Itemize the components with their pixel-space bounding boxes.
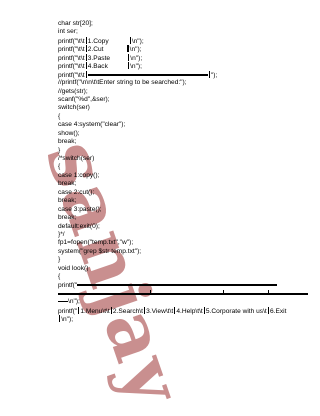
box-border-glyph — [85, 45, 87, 53]
menu-border-rule — [58, 293, 308, 295]
box-border-glyph — [127, 45, 129, 53]
code-line: case 4:system("clear"); — [58, 121, 126, 129]
box-border-glyph — [150, 290, 152, 293]
menu-option-text: 5.Corporate with us\t — [205, 307, 267, 315]
code-text: printf("\t\t — [58, 46, 85, 54]
menu-option-text: 3.View\t\t — [146, 307, 174, 315]
code-line: printf("\t\t 2.Cut \n"); — [58, 45, 313, 53]
box-border-glyph — [127, 62, 130, 70]
code-line: { — [58, 273, 61, 281]
code-line: /*switch(ser) — [58, 155, 95, 162]
menu-option-text: 1.Copy — [87, 37, 109, 45]
code-line: { — [58, 112, 61, 120]
box-border-glyph — [59, 315, 61, 323]
box-border-glyph — [143, 306, 146, 314]
code-text: "); — [210, 71, 218, 79]
code-line: switch(ser) — [58, 104, 90, 112]
code-line: break; — [58, 214, 77, 222]
box-border-glyph — [268, 290, 270, 293]
box-border-glyph — [110, 306, 112, 314]
code-line: printf("\t\t 1.Copy \n"); — [58, 36, 313, 45]
code-line: { — [58, 163, 61, 171]
menu-border-rule — [58, 300, 68, 303]
menu-option-text: 4.Back — [87, 63, 108, 71]
code-text: printf(" — [58, 307, 78, 315]
code-text: printf("\t\t — [58, 71, 85, 79]
code-text: \n"); — [130, 63, 142, 71]
code-line: //gets(str); — [58, 87, 88, 95]
box-border-glyph — [85, 70, 87, 78]
code-text: \n"); — [68, 298, 80, 306]
code-line: fp1=fopen("temp.txt","w"); — [58, 239, 134, 247]
box-border-glyph — [267, 306, 269, 314]
code-line: int ser; — [58, 28, 78, 36]
code-text: \n"); — [129, 46, 142, 54]
code-line: printf(" — [58, 282, 313, 290]
code-line: printf("\t\t 4.Back \n"); — [58, 62, 313, 70]
code-line: \n"); — [58, 298, 313, 306]
code-text: printf("\t\t — [58, 37, 85, 45]
code-line: void look() — [58, 264, 89, 272]
menu-option-text: 1.Menu\t\t — [80, 307, 110, 315]
code-line: case 3:paste(); — [58, 205, 102, 213]
code-text: \n"); — [131, 37, 144, 45]
code-line: break; — [58, 180, 77, 188]
code-line: printf("\t\t "); — [58, 70, 313, 79]
code-line: case 1:copy(); — [58, 171, 100, 179]
code-line: //printf("\n\n\t\tEnter string to be sea… — [58, 79, 187, 87]
code-line: scanf("%d",&ser); — [58, 95, 110, 103]
code-line: case 2:cut(); — [58, 188, 95, 196]
code-line — [58, 290, 313, 298]
code-line: printf(" 1.Menu\t\t 2.Search\t 3.View\t\t 4.… — [58, 306, 313, 315]
code-text: printf(" — [58, 281, 78, 289]
menu-option-text: 6.Exit — [269, 307, 287, 315]
menu-option-text: 2.Cut — [87, 46, 104, 54]
code-line: default:exit(0); — [58, 222, 100, 230]
box-border-glyph — [85, 53, 87, 61]
box-border-glyph — [208, 70, 210, 78]
code-listing: char str[20]; int ser; printf("\t\t 1.Cop… — [58, 20, 313, 324]
code-line: } — [58, 256, 61, 264]
code-line: break; — [58, 138, 77, 146]
code-text: printf("\t\t — [58, 54, 85, 62]
code-line: break; — [58, 197, 77, 205]
code-text: \n"); — [130, 54, 143, 62]
code-line: system("grep $str temp.txt"); — [58, 247, 142, 255]
code-text: \n"); — [61, 316, 74, 324]
code-line: } — [58, 146, 61, 154]
menu-option-text: 4.Help\t\t — [176, 307, 203, 315]
box-bottom-border — [87, 74, 208, 76]
menu-top-border — [77, 283, 278, 286]
box-border-glyph — [85, 36, 87, 44]
box-border-glyph — [85, 62, 87, 70]
code-line: char str[20]; — [58, 20, 93, 27]
code-line: show(); — [58, 129, 80, 137]
code-line: \n"); — [58, 315, 313, 323]
code-line: }*/ — [58, 230, 65, 238]
box-border-glyph — [223, 290, 225, 293]
menu-option-text: 2.Search\t — [112, 307, 143, 315]
code-text: printf("\t\t — [58, 63, 85, 71]
menu-option-text: 3.Paste — [87, 54, 111, 62]
box-border-glyph — [203, 306, 205, 314]
code-line: printf("\t\t 3.Paste \n"); — [58, 53, 313, 62]
box-border-glyph — [129, 36, 131, 44]
